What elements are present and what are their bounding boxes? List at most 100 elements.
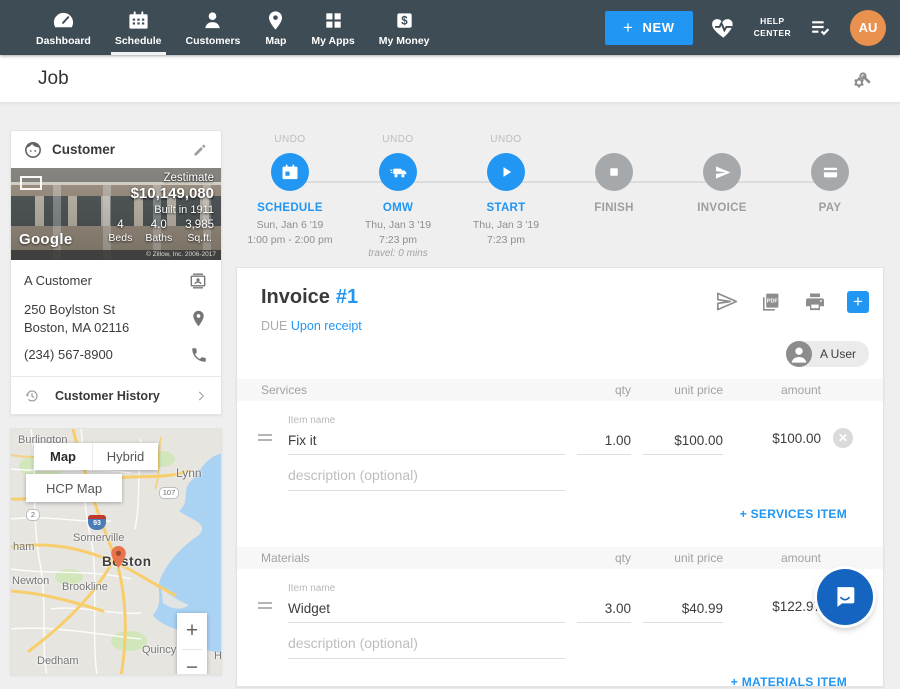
streetview-frame-icon[interactable] — [20, 176, 42, 190]
address-line1: 250 Boylston St — [24, 301, 189, 319]
customer-name-row: A Customer — [11, 271, 221, 291]
undo-omw-link[interactable]: UNDO — [344, 134, 452, 146]
service-unit-price-input[interactable] — [643, 429, 723, 455]
print-icon[interactable] — [803, 290, 827, 314]
service-item-row: Item name $100.00 ✕ — [237, 415, 883, 455]
omw-travel-note: travel: 0 mins — [344, 248, 452, 259]
material-qty-input[interactable] — [577, 597, 631, 623]
nav-schedule[interactable]: Schedule — [103, 0, 174, 55]
drag-handle-icon[interactable] — [253, 434, 276, 455]
money-dollar-icon: $ — [393, 9, 416, 32]
hcp-map-button[interactable]: HCP Map — [26, 474, 122, 502]
pay-step-button[interactable] — [811, 153, 849, 191]
new-button[interactable]: + NEW — [605, 11, 693, 45]
step-omw: UNDO OMW Thu, Jan 3 '19 7:23 pm travel: … — [344, 134, 452, 259]
edit-pencil-icon[interactable] — [192, 141, 209, 158]
map-label-newton: Newton — [12, 575, 49, 587]
undo-spacer — [560, 134, 668, 146]
location-pin-icon[interactable] — [189, 309, 208, 328]
drag-handle-icon[interactable] — [253, 602, 276, 623]
help-center-line1: HELP — [754, 16, 791, 27]
customer-card-header: Customer — [11, 131, 221, 168]
contact-card-icon[interactable] — [188, 271, 208, 291]
checklist-icon[interactable] — [808, 15, 833, 40]
zoom-out-button[interactable]: − — [177, 650, 207, 675]
map-zoom-control: + − — [177, 613, 207, 675]
add-invoice-button[interactable]: + — [847, 291, 869, 313]
customer-face-icon — [23, 140, 43, 160]
job-tools-icon[interactable] — [850, 67, 874, 91]
nav-schedule-label: Schedule — [115, 35, 162, 47]
send-invoice-icon[interactable] — [714, 289, 739, 314]
amount-column-header: amount — [735, 551, 821, 565]
schedule-calendar-icon — [127, 9, 150, 32]
zoom-in-button[interactable]: + — [177, 613, 207, 649]
nav-my-money[interactable]: $ My Money — [367, 0, 442, 55]
photo-copyright: © Zillow, Inc. 2006-2017 — [11, 250, 221, 260]
nav-customers[interactable]: Customers — [174, 0, 253, 55]
map-type-hybrid-button[interactable]: Hybrid — [92, 443, 158, 470]
remove-service-item-button[interactable]: ✕ — [833, 428, 853, 448]
nav-dashboard[interactable]: Dashboard — [24, 0, 103, 55]
pdf-icon[interactable]: PDF — [759, 290, 783, 314]
customer-address: 250 Boylston St Boston, MA 02116 — [24, 301, 189, 336]
new-button-label: NEW — [643, 20, 675, 35]
due-value-link[interactable]: Upon receipt — [291, 319, 362, 333]
truck-icon — [388, 162, 409, 183]
services-header-label: Services — [261, 383, 577, 397]
phone-icon[interactable] — [190, 346, 208, 364]
nav-dashboard-label: Dashboard — [36, 35, 91, 47]
add-materials-item-link[interactable]: + MATERIALS ITEM — [731, 675, 847, 689]
nav-my-apps-label: My Apps — [311, 35, 354, 47]
add-services-item-link[interactable]: + SERVICES ITEM — [740, 507, 847, 521]
property-stats: 4Beds 4.0Baths 3,985Sq.ft. — [108, 219, 214, 244]
service-qty-input[interactable] — [577, 429, 631, 455]
omw-step-button[interactable] — [379, 153, 417, 191]
svg-text:PDF: PDF — [767, 298, 778, 304]
heart-pulse-icon[interactable] — [710, 14, 737, 41]
map-label-somerville: Somerville — [73, 532, 124, 544]
nav-my-apps[interactable]: My Apps — [299, 0, 366, 55]
service-description-input[interactable] — [288, 463, 565, 491]
customer-history-row[interactable]: Customer History — [11, 377, 221, 414]
schedule-step-button[interactable] — [271, 153, 309, 191]
sqft-value: 3,985 — [185, 219, 214, 231]
chat-bubble-button[interactable] — [817, 569, 873, 625]
page-header: Job — [0, 55, 900, 103]
step-schedule-date: Sun, Jan 6 '19 1:00 pm - 2:00 pm — [236, 218, 344, 247]
user-avatar[interactable]: AU — [850, 10, 886, 46]
material-name-input[interactable] — [288, 597, 565, 623]
top-nav: Dashboard Schedule Customers Map My Apps… — [0, 0, 900, 55]
apps-grid-icon — [322, 9, 345, 32]
service-name-input[interactable] — [288, 429, 565, 455]
help-center-link[interactable]: HELP CENTER — [754, 16, 791, 39]
property-photo: Zestimate $10,149,080 Built in 1911 4Bed… — [11, 168, 221, 260]
undo-start-link[interactable]: UNDO — [452, 134, 560, 146]
assignee-chip[interactable]: A User — [786, 341, 869, 367]
help-center-line2: CENTER — [754, 28, 791, 39]
undo-schedule-link[interactable]: UNDO — [236, 134, 344, 146]
service-description-row — [237, 463, 883, 491]
material-description-input[interactable] — [288, 631, 565, 659]
customer-history-label: Customer History — [55, 389, 194, 403]
address-line2: Boston, MA 02116 — [24, 319, 189, 337]
chat-smile-icon — [831, 583, 859, 611]
interstate-93-shield: 93 — [88, 515, 106, 530]
map-widget[interactable]: Burlington Lynn Somerville Boston ham Ne… — [10, 428, 222, 675]
step-start-date: Thu, Jan 3 '19 7:23 pm — [452, 218, 560, 247]
step-finish-label: FINISH — [560, 202, 668, 214]
map-type-map-button[interactable]: Map — [34, 443, 92, 470]
material-unit-price-input[interactable] — [643, 597, 723, 623]
finish-step-button[interactable] — [595, 153, 633, 191]
customer-address-row: 250 Boylston St Boston, MA 02116 — [11, 301, 221, 336]
nav-map[interactable]: Map — [252, 0, 299, 55]
customers-person-icon — [201, 9, 224, 32]
zestimate-value: $10,149,080 — [108, 185, 214, 202]
invoice-step-button[interactable] — [703, 153, 741, 191]
material-amount: $122.97 — [735, 599, 821, 623]
start-step-button[interactable] — [487, 153, 525, 191]
assignee-avatar-icon — [786, 341, 812, 367]
credit-card-icon — [820, 162, 841, 183]
send-icon — [712, 162, 733, 183]
invoice-card: Invoice#1 PDF + DUE Upon receipt — [236, 267, 884, 687]
